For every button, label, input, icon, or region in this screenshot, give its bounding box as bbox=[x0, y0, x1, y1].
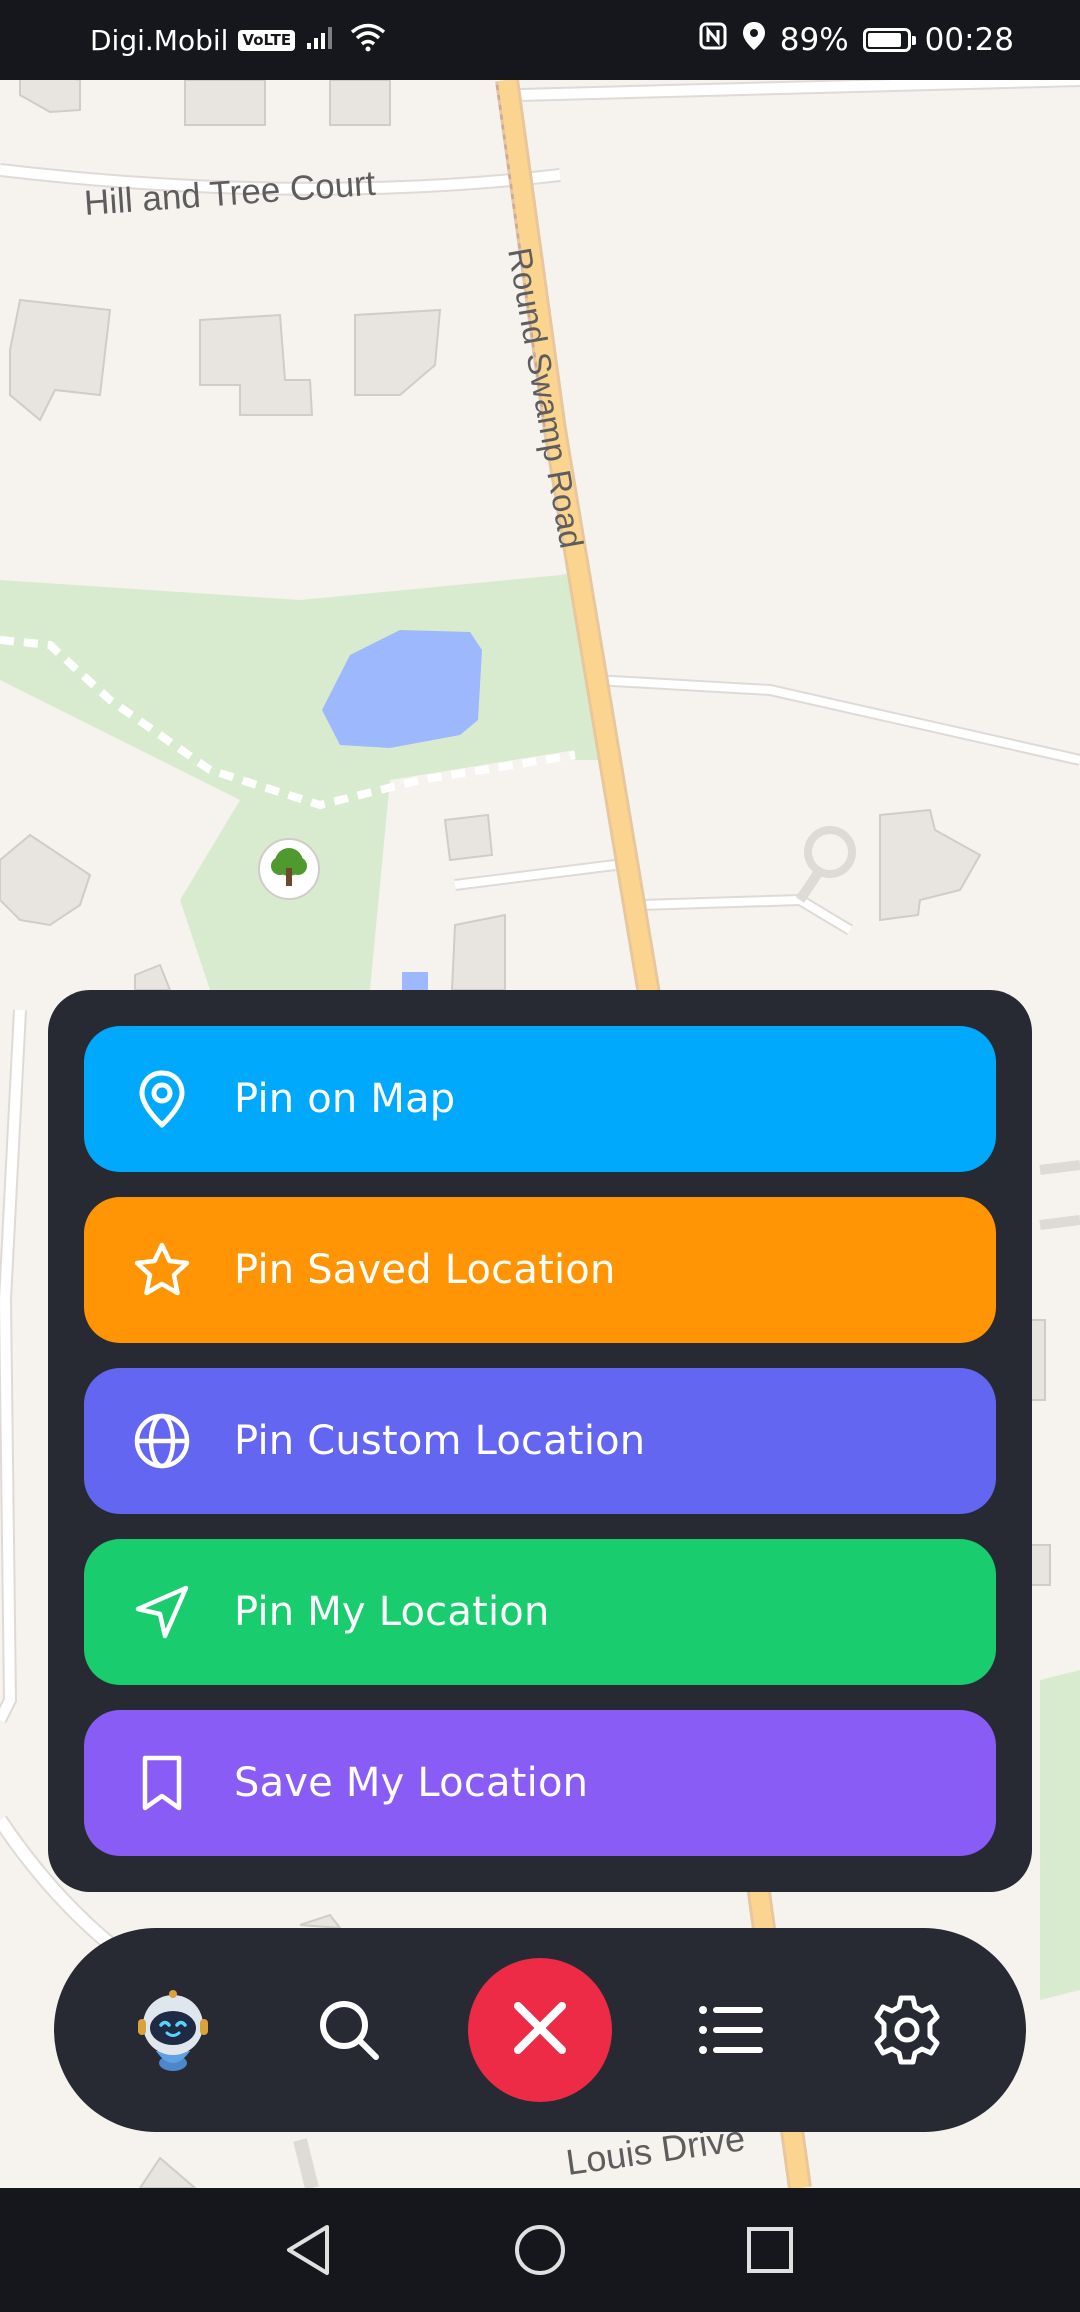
close-icon bbox=[510, 1998, 570, 2062]
save-my-location-button[interactable]: Save My Location bbox=[84, 1710, 996, 1856]
save-my-location-label: Save My Location bbox=[234, 1760, 589, 1806]
tree-icon[interactable] bbox=[258, 838, 320, 900]
pin-my-location-button[interactable]: Pin My Location bbox=[84, 1539, 996, 1685]
pin-saved-location-label: Pin Saved Location bbox=[234, 1247, 616, 1293]
robot-assistant-icon[interactable] bbox=[118, 1928, 228, 2132]
bookmark-icon bbox=[132, 1753, 192, 1813]
battery-percent: 89% bbox=[779, 22, 849, 58]
pin-custom-location-label: Pin Custom Location bbox=[234, 1418, 646, 1464]
list-icon[interactable] bbox=[676, 1928, 786, 2132]
location-status-icon bbox=[742, 21, 766, 59]
pin-on-map-label: Pin on Map bbox=[234, 1076, 456, 1122]
status-bar: Digi.Mobil VoLTE 89% 00:28 bbox=[0, 0, 1080, 80]
location-pin-icon bbox=[132, 1069, 192, 1129]
bottom-toolbar bbox=[54, 1928, 1026, 2132]
wifi-icon bbox=[349, 22, 387, 59]
signal-icon bbox=[305, 23, 339, 58]
pin-on-map-button[interactable]: Pin on Map bbox=[84, 1026, 996, 1172]
home-icon[interactable] bbox=[500, 2210, 580, 2290]
street-label-hill-and-tree-court: Hill and Tree Court bbox=[83, 164, 377, 223]
nfc-icon bbox=[698, 21, 728, 59]
pin-my-location-label: Pin My Location bbox=[234, 1589, 550, 1635]
pin-action-menu: Pin on Map Pin Saved Location Pin Custom… bbox=[48, 990, 1032, 1892]
close-menu-button[interactable] bbox=[468, 1958, 612, 2102]
pin-saved-location-button[interactable]: Pin Saved Location bbox=[84, 1197, 996, 1343]
globe-icon bbox=[132, 1411, 192, 1471]
status-left: Digi.Mobil VoLTE bbox=[90, 20, 387, 60]
carrier-name: Digi.Mobil bbox=[90, 23, 229, 57]
status-right: 89% 00:28 bbox=[698, 20, 1014, 60]
gear-icon[interactable] bbox=[852, 1928, 962, 2132]
clock: 00:28 bbox=[924, 22, 1014, 58]
back-icon[interactable] bbox=[268, 2210, 348, 2290]
volte-badge: VoLTE bbox=[238, 29, 296, 51]
pin-custom-location-button[interactable]: Pin Custom Location bbox=[84, 1368, 996, 1514]
search-icon[interactable] bbox=[294, 1928, 404, 2132]
battery-icon bbox=[862, 28, 916, 52]
star-icon bbox=[132, 1240, 192, 1300]
system-nav-bar bbox=[0, 2188, 1080, 2312]
park-area-right bbox=[1040, 1670, 1080, 2000]
navigation-arrow-icon bbox=[132, 1582, 192, 1642]
street-label-round-swamp-road: Round Swamp Road bbox=[501, 245, 590, 551]
recents-icon[interactable] bbox=[730, 2210, 810, 2290]
